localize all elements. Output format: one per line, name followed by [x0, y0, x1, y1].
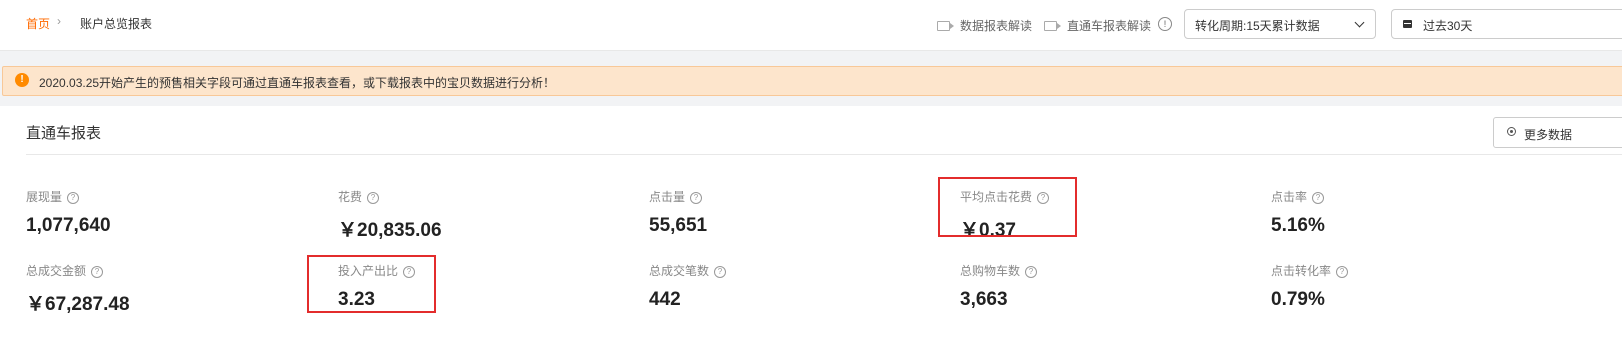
question-icon[interactable]: ?: [1025, 266, 1038, 278]
metric-total-orders: 总成交笔数? 442: [649, 262, 909, 310]
divider: [26, 154, 1622, 155]
gear-icon: [1507, 127, 1516, 136]
date-range-select[interactable]: 过去30天: [1391, 9, 1622, 39]
breadcrumb-current: 账户总览报表: [80, 17, 153, 31]
metric-clicks: 点击量? 55,651: [649, 188, 909, 236]
question-icon[interactable]: ?: [714, 266, 727, 278]
more-data-button[interactable]: 更多数据: [1493, 117, 1622, 148]
date-range-value: 过去30天: [1423, 19, 1473, 33]
conversion-period-value: 转化周期:15天累计数据: [1195, 19, 1320, 33]
metric-click-conversion: 点击转化率? 0.79%: [1271, 262, 1531, 310]
highlight-box-avg-cpc: [938, 177, 1077, 237]
metric-label: 点击率?: [1271, 188, 1531, 205]
metric-value: 0.79%: [1271, 289, 1325, 310]
metric-label-text: 总购物车数: [960, 264, 1021, 278]
question-icon[interactable]: ?: [367, 192, 380, 204]
metric-label-text: 点击转化率: [1271, 264, 1332, 278]
breadcrumb-home-link[interactable]: 首页: [26, 15, 50, 32]
metric-impressions: 展现量? 1,077,640: [26, 188, 286, 236]
metric-label-text: 花费: [338, 190, 363, 204]
metric-label: 总购物车数?: [960, 262, 1220, 279]
highlight-box-roi: [307, 255, 436, 313]
metric-label-text: 总成交笔数: [649, 264, 710, 278]
metric-cost: 花费? ￥20,835.06: [338, 188, 598, 241]
metric-total-gmv: 总成交金额? ￥67,287.48: [26, 262, 286, 315]
question-icon[interactable]: ?: [1336, 266, 1349, 278]
conversion-period-select[interactable]: 转化周期:15天累计数据: [1184, 9, 1376, 39]
metric-label-text: 点击量: [649, 190, 686, 204]
more-data-label: 更多数据: [1524, 128, 1573, 142]
notice-text: 2020.03.25开始产生的预售相关字段可通过直通车报表查看，或下载报表中的宝…: [39, 76, 556, 90]
metric-value: 442: [649, 289, 681, 310]
metric-label: 花费?: [338, 188, 598, 205]
notice-banner: ! 2020.03.25开始产生的预售相关字段可通过直通车报表查看，或下载报表中…: [2, 66, 1622, 96]
metric-total-carts: 总购物车数? 3,663: [960, 262, 1220, 310]
calendar-icon: [1403, 20, 1412, 28]
metric-value: 1,077,640: [26, 215, 111, 236]
report-panel: 直通车报表 更多数据 展现量? 1,077,640 花费? ￥20,835.06…: [0, 106, 1622, 358]
video-icon: [1044, 20, 1061, 31]
metric-label-text: 点击率: [1271, 190, 1308, 204]
zhitongche-guide-label: 直通车报表解读: [1067, 19, 1152, 33]
metric-ctr: 点击率? 5.16%: [1271, 188, 1531, 236]
metric-label-text: 展现量: [26, 190, 63, 204]
question-icon[interactable]: ?: [67, 192, 80, 204]
question-icon[interactable]: ?: [1312, 192, 1325, 204]
top-bar: 首页 › 账户总览报表 数据报表解读 直通车报表解读 ! 转化周期:15天累计数…: [0, 0, 1622, 51]
metric-label: 展现量?: [26, 188, 286, 205]
chevron-down-icon: [1354, 17, 1365, 28]
metric-value: ￥20,835.06: [338, 220, 442, 241]
metric-label: 总成交金额?: [26, 262, 286, 279]
metric-value: ￥67,287.48: [26, 294, 130, 315]
metric-label: 点击转化率?: [1271, 262, 1531, 279]
question-icon[interactable]: ?: [690, 192, 703, 204]
metric-value: 55,651: [649, 215, 708, 236]
info-icon[interactable]: !: [1158, 17, 1172, 31]
breadcrumb-separator-icon: ›: [57, 14, 61, 28]
question-icon[interactable]: ?: [91, 266, 104, 278]
video-icon: [937, 20, 954, 31]
panel-title: 直通车报表: [26, 125, 102, 142]
metric-label: 总成交笔数?: [649, 262, 909, 279]
metric-label-text: 总成交金额: [26, 264, 87, 278]
metric-value: 5.16%: [1271, 215, 1325, 236]
warning-icon: !: [15, 73, 29, 87]
metric-value: 3,663: [960, 289, 1008, 310]
zhitongche-guide-link[interactable]: 直通车报表解读: [1044, 17, 1151, 34]
metric-label: 点击量?: [649, 188, 909, 205]
data-report-guide-label: 数据报表解读: [960, 19, 1033, 33]
data-report-guide-link[interactable]: 数据报表解读: [937, 17, 1032, 34]
